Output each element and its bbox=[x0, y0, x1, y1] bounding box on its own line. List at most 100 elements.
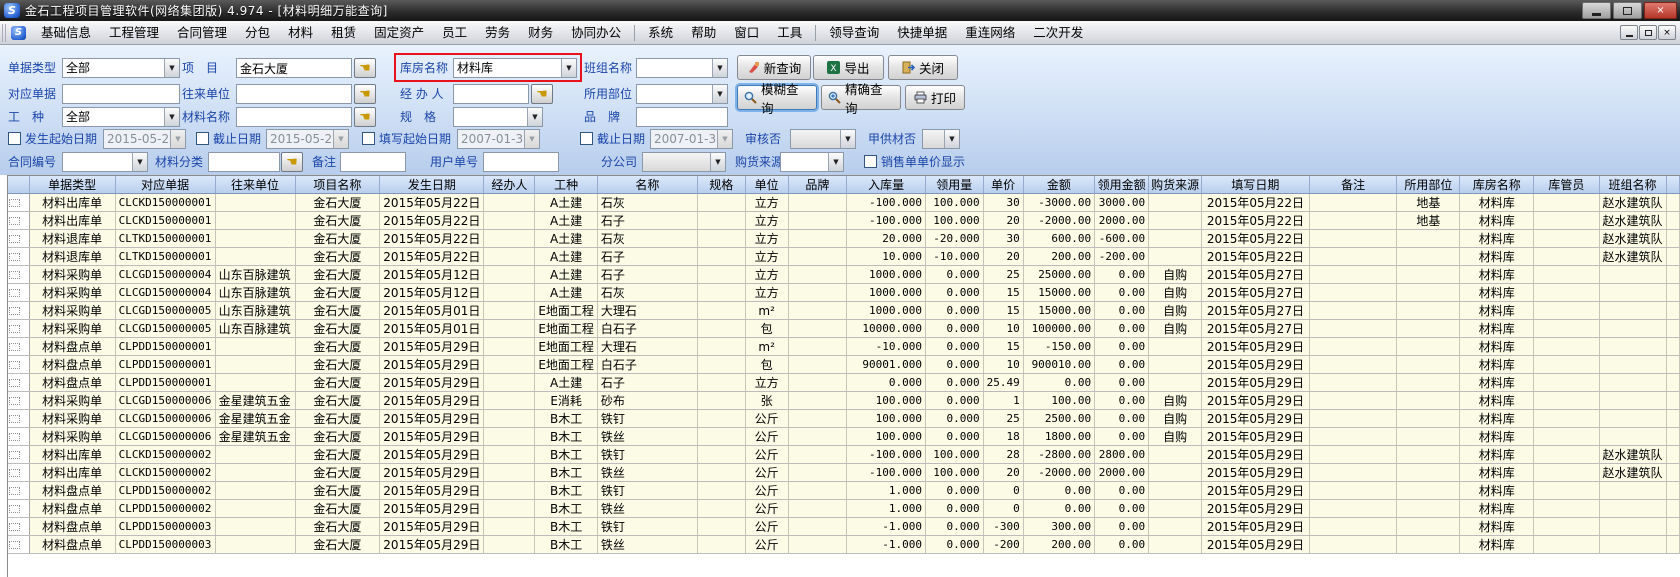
menu-item-合同管理[interactable]: 合同管理 bbox=[168, 22, 236, 44]
table-row[interactable]: 材料采购单CLCGD150000005山东百脉建筑金石大厦2015年05月01日… bbox=[8, 302, 1680, 320]
chevron-down-icon[interactable]: ▼ bbox=[527, 108, 542, 126]
close-window-button[interactable]: 关闭 bbox=[888, 55, 958, 80]
occur-start-checkbox[interactable] bbox=[8, 132, 21, 145]
table-row[interactable]: 材料退库单CLTKD150000001金石大厦2015年05月22日A土建石子立… bbox=[8, 248, 1680, 266]
chevron-down-icon[interactable]: ▼ bbox=[840, 130, 855, 148]
column-header[interactable]: 库房名称 bbox=[1460, 176, 1534, 194]
mdi-restore-button[interactable] bbox=[1639, 25, 1657, 40]
menu-item-快捷单据[interactable]: 快捷单据 bbox=[888, 22, 956, 44]
table-row[interactable]: 材料采购单CLCGD150000006金星建筑五金金石大厦2015年05月29日… bbox=[8, 428, 1680, 446]
column-header[interactable]: 单据类型 bbox=[29, 176, 115, 194]
contract-no-select[interactable]: ▼ bbox=[62, 152, 148, 172]
chevron-down-icon[interactable]: ▼ bbox=[561, 59, 576, 77]
close-button[interactable]: × bbox=[1644, 2, 1677, 19]
table-row[interactable]: 材料盘点单CLPDD150000003金石大厦2015年05月29日B木工铁丝公… bbox=[8, 536, 1680, 554]
column-header[interactable]: 经办人 bbox=[484, 176, 535, 194]
column-header[interactable]: 购货来源 bbox=[1149, 176, 1202, 194]
column-header[interactable]: 往来单位 bbox=[215, 176, 295, 194]
mdi-minimize-button[interactable] bbox=[1620, 25, 1638, 40]
table-row[interactable]: 材料采购单CLCGD150000004山东百脉建筑金石大厦2015年05月12日… bbox=[8, 284, 1680, 302]
chevron-down-icon[interactable]: ▼ bbox=[828, 153, 843, 171]
material-class-input[interactable] bbox=[208, 152, 280, 172]
print-button[interactable]: 打印 bbox=[905, 85, 965, 110]
row-selector-cell[interactable] bbox=[8, 446, 29, 464]
fill-end-date[interactable]: 2007-01-31▼ bbox=[650, 129, 733, 149]
table-row[interactable]: 材料采购单CLCGD150000004山东百脉建筑金石大厦2015年05月12日… bbox=[8, 266, 1680, 284]
row-selector-cell[interactable] bbox=[8, 194, 29, 212]
column-header[interactable]: 所用部位 bbox=[1397, 176, 1460, 194]
column-header[interactable]: 库管员 bbox=[1534, 176, 1599, 194]
column-header[interactable] bbox=[8, 176, 29, 194]
fill-end-checkbox[interactable] bbox=[580, 132, 593, 145]
menu-item-劳务[interactable]: 劳务 bbox=[476, 22, 519, 44]
row-selector-cell[interactable] bbox=[8, 338, 29, 356]
table-row[interactable]: 材料出库单CLCKD150000001金石大厦2015年05月22日A土建石子立… bbox=[8, 212, 1680, 230]
material-class-picker-button[interactable]: ☚ bbox=[281, 152, 303, 172]
column-header[interactable] bbox=[1666, 176, 1679, 194]
column-header[interactable]: 工种 bbox=[535, 176, 598, 194]
mdi-close-button[interactable]: × bbox=[1658, 25, 1676, 40]
warehouse-select[interactable]: 材料库▼ bbox=[453, 58, 577, 78]
audited-select[interactable]: ▼ bbox=[790, 129, 856, 149]
menu-item-材料[interactable]: 材料 bbox=[279, 22, 322, 44]
table-row[interactable]: 材料盘点单CLPDD150000001金石大厦2015年05月29日A土建石子立… bbox=[8, 374, 1680, 392]
column-header[interactable]: 填写日期 bbox=[1202, 176, 1310, 194]
counterparty-input[interactable] bbox=[236, 84, 352, 104]
column-header[interactable]: 发生日期 bbox=[380, 176, 484, 194]
project-input[interactable] bbox=[236, 58, 352, 78]
menu-item-协同办公[interactable]: 协同办公 bbox=[562, 22, 630, 44]
row-selector-cell[interactable] bbox=[8, 392, 29, 410]
menu-item-工程管理[interactable]: 工程管理 bbox=[100, 22, 168, 44]
row-selector-cell[interactable] bbox=[8, 536, 29, 554]
column-header[interactable]: 入库量 bbox=[847, 176, 926, 194]
row-selector-cell[interactable] bbox=[8, 230, 29, 248]
agent-input[interactable] bbox=[453, 84, 529, 104]
chevron-down-icon[interactable]: ▼ bbox=[164, 59, 179, 77]
menu-item-工具[interactable]: 工具 bbox=[768, 22, 811, 44]
doc-type-select[interactable]: 全部▼ bbox=[62, 58, 180, 78]
branch-select[interactable]: ▼ bbox=[642, 152, 726, 172]
chevron-down-icon[interactable]: ▼ bbox=[164, 108, 179, 126]
row-selector-cell[interactable] bbox=[8, 482, 29, 500]
column-header[interactable]: 班组名称 bbox=[1599, 176, 1666, 194]
table-row[interactable]: 材料盘点单CLPDD150000001金石大厦2015年05月29日E地面工程白… bbox=[8, 356, 1680, 374]
used-part-select[interactable]: ▼ bbox=[636, 84, 728, 104]
column-header[interactable]: 项目名称 bbox=[295, 176, 380, 194]
fill-start-checkbox[interactable] bbox=[362, 132, 375, 145]
trade-select[interactable]: 全部▼ bbox=[62, 107, 180, 127]
occur-end-checkbox[interactable] bbox=[196, 132, 209, 145]
menu-item-帮助[interactable]: 帮助 bbox=[682, 22, 725, 44]
row-selector-cell[interactable] bbox=[8, 302, 29, 320]
material-name-picker-button[interactable]: ☚ bbox=[354, 107, 376, 127]
ref-doc-input[interactable] bbox=[62, 84, 180, 104]
row-selector-cell[interactable] bbox=[8, 428, 29, 446]
column-header[interactable]: 对应单据 bbox=[115, 176, 215, 194]
owner-supplied-select[interactable]: ▼ bbox=[922, 129, 960, 149]
row-selector-cell[interactable] bbox=[8, 410, 29, 428]
table-row[interactable]: 材料出库单CLCKD150000001金石大厦2015年05月22日A土建石灰立… bbox=[8, 194, 1680, 212]
export-button[interactable]: X 导出 bbox=[813, 55, 884, 80]
row-selector-cell[interactable] bbox=[8, 518, 29, 536]
column-header[interactable]: 单位 bbox=[745, 176, 788, 194]
project-picker-button[interactable]: ☚ bbox=[354, 58, 376, 78]
column-header[interactable]: 单价 bbox=[983, 176, 1023, 194]
column-header[interactable]: 领用金额 bbox=[1095, 176, 1149, 194]
column-header[interactable]: 领用量 bbox=[926, 176, 984, 194]
fuzzy-query-button[interactable]: 模糊查询 bbox=[737, 85, 817, 110]
menu-item-租赁[interactable]: 租赁 bbox=[322, 22, 365, 44]
chevron-down-icon[interactable]: ▼ bbox=[712, 59, 727, 77]
table-row[interactable]: 材料盘点单CLPDD150000001金石大厦2015年05月29日E地面工程大… bbox=[8, 338, 1680, 356]
row-selector-cell[interactable] bbox=[8, 248, 29, 266]
row-selector-cell[interactable] bbox=[8, 266, 29, 284]
counterparty-picker-button[interactable]: ☚ bbox=[354, 84, 376, 104]
table-row[interactable]: 材料盘点单CLPDD150000002金石大厦2015年05月29日B木工铁丝公… bbox=[8, 500, 1680, 518]
table-row[interactable]: 材料采购单CLCGD150000005山东百脉建筑金石大厦2015年05月01日… bbox=[8, 320, 1680, 338]
column-header[interactable]: 品牌 bbox=[788, 176, 847, 194]
table-row[interactable]: 材料采购单CLCGD150000006金星建筑五金金石大厦2015年05月29日… bbox=[8, 392, 1680, 410]
team-select[interactable]: ▼ bbox=[636, 58, 728, 78]
row-selector-cell[interactable] bbox=[8, 356, 29, 374]
material-name-input[interactable] bbox=[236, 107, 352, 127]
menu-item-重连网络[interactable]: 重连网络 bbox=[956, 22, 1024, 44]
row-selector-cell[interactable] bbox=[8, 212, 29, 230]
minimize-button[interactable] bbox=[1582, 2, 1611, 19]
